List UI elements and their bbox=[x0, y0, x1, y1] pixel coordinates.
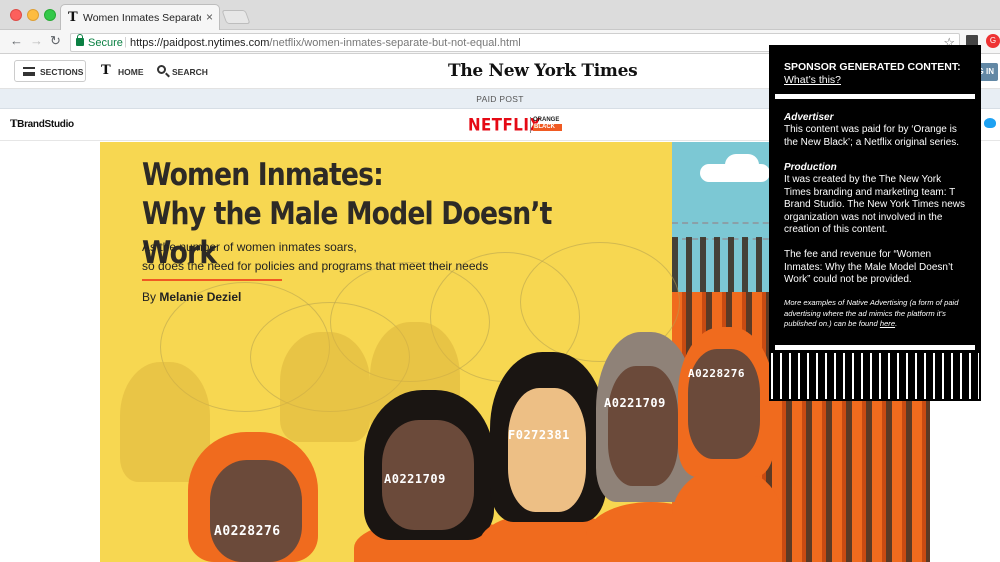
tab-close-icon[interactable]: × bbox=[206, 10, 213, 24]
back-arrow-icon[interactable]: ← bbox=[10, 33, 23, 48]
article-subtitle: As the number of women inmates soars, so… bbox=[142, 240, 489, 273]
sponsor-heading: SPONSOR GENERATED CONTENT: bbox=[784, 61, 961, 73]
advertiser-text: This content was paid for by ‘Orange is … bbox=[784, 124, 960, 148]
hamburger-menu-icon bbox=[23, 67, 35, 76]
barcode-pattern bbox=[771, 353, 979, 399]
sections-label: SECTIONS bbox=[40, 67, 84, 77]
here-link[interactable]: here bbox=[880, 319, 895, 328]
t-brand-studio-logo[interactable]: TBrandStudio bbox=[10, 119, 74, 130]
orange-is-the-new-black-logo[interactable]: ORANGE BLACK bbox=[530, 117, 562, 133]
inmate-figure: A0228276 bbox=[672, 327, 782, 562]
tab-title: Women Inmates Separate But bbox=[83, 12, 201, 24]
minimize-window-button[interactable] bbox=[27, 9, 39, 21]
twitter-icon[interactable] bbox=[984, 118, 996, 128]
sections-button[interactable]: SECTIONS bbox=[14, 60, 86, 82]
page-margin bbox=[983, 142, 1000, 562]
inmate-id-number: A0228276 bbox=[688, 367, 745, 380]
url-path: /netflix/women-inmates-separate-but-not-… bbox=[269, 37, 521, 49]
byline: By Melanie Deziel bbox=[142, 290, 242, 304]
cloud bbox=[725, 154, 759, 176]
maximize-window-button[interactable] bbox=[44, 9, 56, 21]
paid-post-label: PAID POST bbox=[476, 94, 524, 104]
extension-badge-icon[interactable]: G bbox=[986, 34, 1000, 48]
inmate-id-number: A0221709 bbox=[384, 472, 446, 486]
browser-tab[interactable]: T Women Inmates Separate But × bbox=[60, 4, 220, 30]
search-icon[interactable] bbox=[157, 65, 166, 74]
new-tab-button[interactable] bbox=[221, 10, 251, 24]
advertiser-label: Advertiser bbox=[784, 112, 834, 123]
search-link[interactable]: SEARCH bbox=[172, 67, 208, 77]
inmate-id-number: A0221709 bbox=[604, 396, 666, 410]
close-window-button[interactable] bbox=[10, 9, 22, 21]
sponsor-disclosure-panel: SPONSOR GENERATED CONTENT: What’s this? … bbox=[769, 45, 981, 401]
native-advertising-note: More examples of Native Advertising (a f… bbox=[784, 298, 959, 328]
tab-strip: T Women Inmates Separate But × bbox=[0, 0, 1000, 30]
inmate-figure: A0228276 bbox=[188, 432, 328, 562]
forward-arrow-icon[interactable]: → bbox=[30, 33, 43, 48]
url-separator: | bbox=[124, 36, 127, 48]
fee-text: The fee and revenue for “Women Inmates: … bbox=[784, 249, 953, 285]
secure-label: Secure bbox=[88, 37, 123, 49]
nyt-favicon-icon: T bbox=[68, 10, 78, 25]
divider bbox=[775, 94, 975, 99]
author-name: Melanie Deziel bbox=[159, 290, 242, 304]
nyt-t-logo-icon[interactable]: T bbox=[101, 63, 111, 78]
lock-icon bbox=[76, 34, 84, 46]
production-label: Production bbox=[784, 162, 837, 173]
inmate-id-number: A0228276 bbox=[214, 524, 281, 539]
home-link[interactable]: HOME bbox=[118, 67, 144, 77]
reload-icon[interactable]: ↻ bbox=[50, 33, 61, 49]
title-divider bbox=[142, 279, 282, 281]
inmate-id-number: F0272381 bbox=[508, 428, 570, 442]
nyt-logo[interactable]: The New York Times bbox=[448, 61, 638, 81]
browser-window: T Women Inmates Separate But × ← → ↻ Sec… bbox=[0, 0, 1000, 562]
url-host: https://paidpost.nytimes.com bbox=[130, 37, 270, 49]
url-text[interactable]: https://paidpost.nytimes.com/netflix/wom… bbox=[130, 37, 521, 49]
production-text: It was created by the The New York Times… bbox=[784, 174, 966, 235]
whats-this-link[interactable]: What’s this? bbox=[784, 74, 841, 86]
divider bbox=[775, 345, 975, 350]
